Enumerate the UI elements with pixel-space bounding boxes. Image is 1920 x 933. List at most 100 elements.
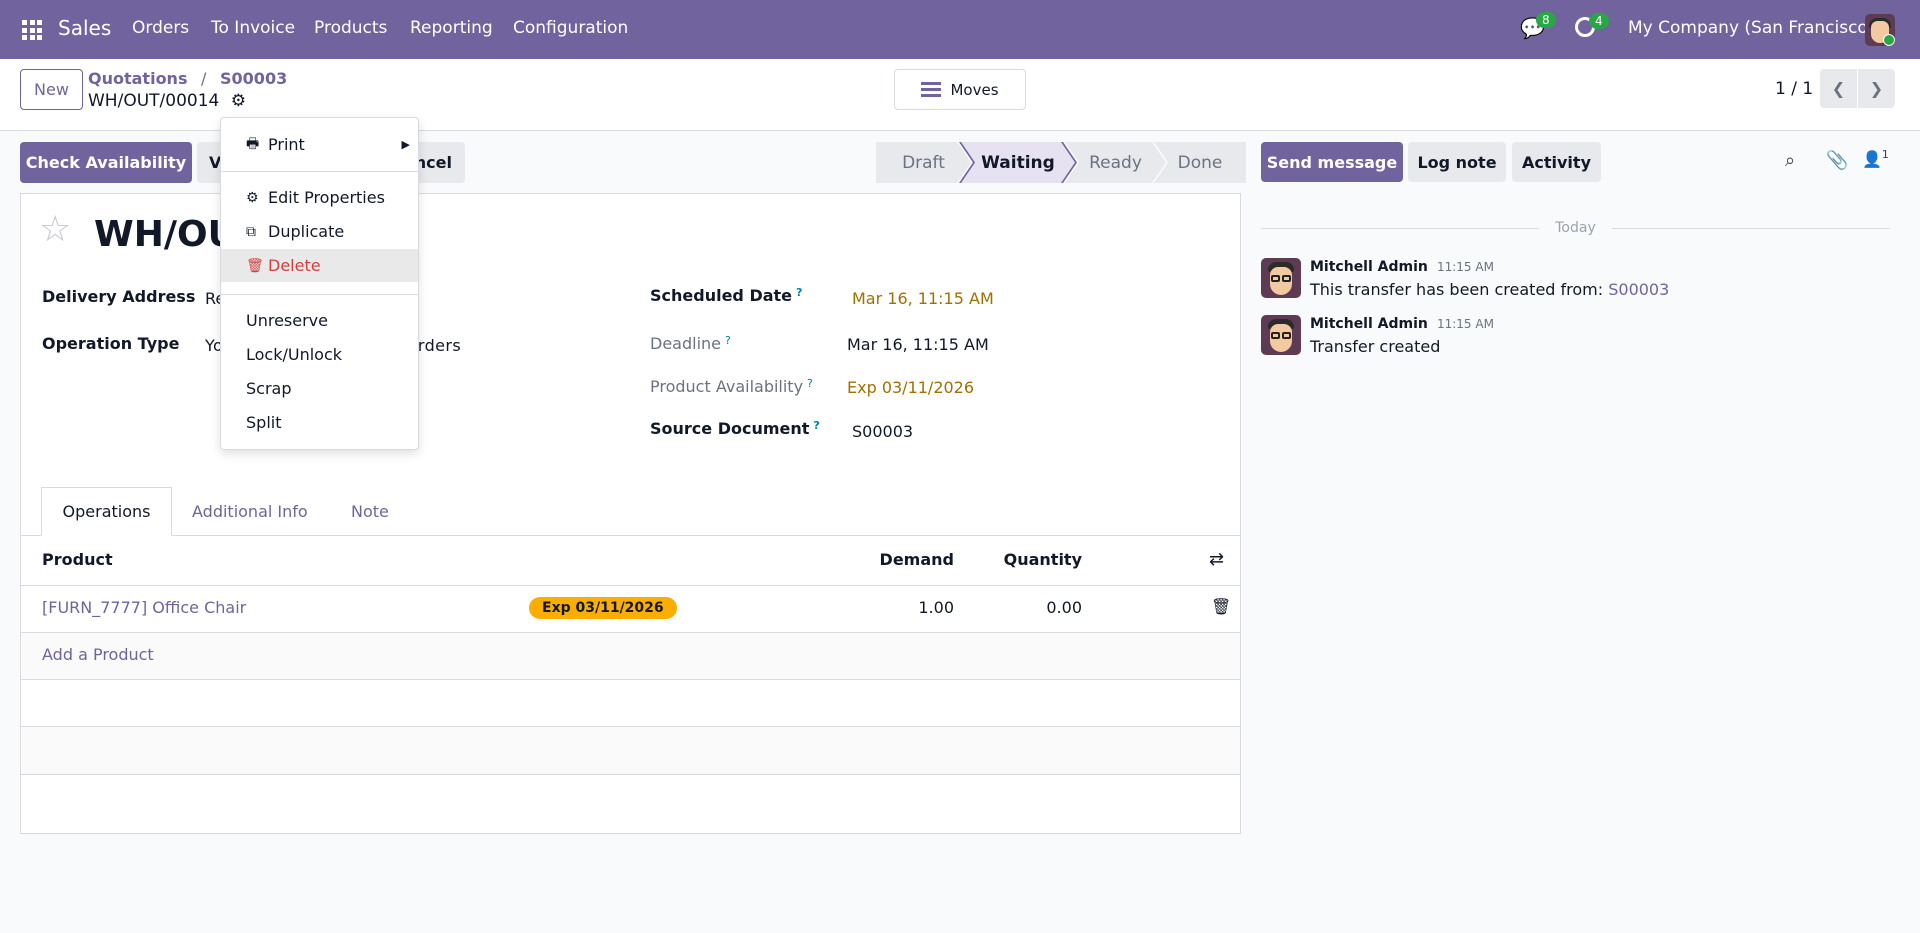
trash-icon: 🗑 — [246, 257, 264, 274]
menu-label: Split — [246, 413, 282, 432]
stage-draft[interactable]: Draft — [876, 142, 971, 183]
stage-label: Ready — [1089, 152, 1142, 173]
column-product[interactable]: Product — [42, 550, 113, 569]
message-author[interactable]: Mitchell Admin — [1310, 259, 1428, 275]
stage-waiting[interactable]: Waiting — [959, 142, 1077, 183]
nav-to-invoice[interactable]: To Invoice — [211, 18, 295, 38]
menu-label: Duplicate — [268, 222, 345, 241]
help-tooltip-icon[interactable]: ? — [725, 334, 731, 347]
add-product-row: Add a Product — [21, 632, 1240, 679]
message-author[interactable]: Mitchell Admin — [1310, 316, 1428, 332]
nav-orders[interactable]: Orders — [132, 18, 189, 38]
breadcrumb-s00003[interactable]: S00003 — [220, 69, 287, 88]
form-sheet: ☆ WH/OUT/00014 Delivery Address Re Opera… — [20, 193, 1241, 834]
activities-badge: 4 — [1589, 13, 1609, 29]
column-demand[interactable]: Demand — [880, 550, 954, 569]
menu-divider — [221, 294, 418, 295]
message-body: Transfer created — [1310, 337, 1441, 356]
send-message-button[interactable]: Send message — [1261, 142, 1403, 182]
chevron-right-icon: ❯ — [1869, 79, 1884, 98]
help-tooltip-icon[interactable]: ? — [807, 377, 813, 390]
record-name: WH/OUT/00014 — [88, 91, 220, 111]
menu-item-unreserve[interactable]: Unreserve — [221, 304, 418, 337]
pager-previous-button[interactable]: ❮ — [1820, 69, 1857, 108]
stage-label: Draft — [902, 152, 945, 173]
caret-right-icon: ▶ — [401, 138, 410, 151]
deadline-label: Deadline? — [650, 334, 731, 353]
nav-configuration[interactable]: Configuration — [513, 18, 628, 38]
user-avatar[interactable] — [1865, 14, 1895, 46]
moves-button[interactable]: Moves — [894, 69, 1026, 110]
stage-label: Waiting — [961, 142, 1075, 183]
app-menu-icon[interactable] — [22, 20, 42, 40]
new-button[interactable]: New — [20, 69, 83, 110]
quantity-value[interactable]: 0.00 — [1046, 598, 1082, 617]
product-availability-value: Exp 03/11/2026 — [847, 378, 975, 397]
help-tooltip-icon[interactable]: ? — [796, 286, 802, 299]
column-settings-icon[interactable]: ⇄ — [1209, 549, 1224, 570]
stage-done[interactable]: Done — [1154, 142, 1246, 183]
activities-button[interactable]: 4 — [1575, 13, 1609, 41]
messages-button[interactable]: 💬 8 — [1520, 12, 1556, 40]
gears-icon: ⚙ — [246, 189, 259, 206]
message-time: 11:15 AM — [1436, 260, 1494, 274]
label-text: Source Document — [650, 419, 810, 438]
source-document-label: Source Document? — [650, 419, 820, 438]
menu-item-scrap[interactable]: Scrap — [221, 372, 418, 405]
menu-divider — [221, 171, 418, 172]
table-row[interactable]: [FURN_7777] Office Chair Exp 03/11/2026 … — [21, 585, 1240, 632]
tab-operations[interactable]: Operations — [41, 487, 172, 536]
menu-label: Print — [268, 135, 305, 154]
menu-item-edit-properties[interactable]: ⚙ Edit Properties — [221, 181, 418, 214]
current-record: WH/OUT/00014 ⚙ — [88, 91, 246, 111]
column-quantity[interactable]: Quantity — [1004, 550, 1082, 569]
author-avatar[interactable] — [1261, 258, 1301, 298]
label-text: Deadline — [650, 334, 721, 353]
nav-products[interactable]: Products — [314, 18, 387, 38]
nav-reporting[interactable]: Reporting — [410, 18, 493, 38]
stage-ready[interactable]: Ready — [1065, 142, 1166, 183]
label-text: Product Availability — [650, 377, 804, 396]
message-body: This transfer has been created from: — [1310, 280, 1609, 299]
company-switcher[interactable]: My Company (San Francisco) — [1628, 18, 1874, 38]
star-icon[interactable]: ☆ — [39, 212, 71, 248]
product-name[interactable]: [FURN_7777] Office Chair — [42, 598, 246, 617]
breadcrumb: Quotations / S00003 — [88, 69, 287, 88]
empty-row — [21, 679, 1240, 726]
pager-value[interactable]: 1 / 1 — [1775, 79, 1813, 99]
check-availability-button[interactable]: Check Availability — [20, 142, 192, 183]
tab-additional-info[interactable]: Additional Info — [192, 502, 308, 521]
author-avatar[interactable] — [1261, 315, 1301, 355]
message-link[interactable]: S00003 — [1608, 280, 1669, 299]
log-note-button[interactable]: Log note — [1408, 142, 1506, 182]
activity-button[interactable]: Activity — [1512, 142, 1601, 182]
scheduled-date-value[interactable]: Mar 16, 11:15 AM — [852, 289, 994, 308]
menu-item-split[interactable]: Split — [221, 406, 418, 439]
paperclip-icon[interactable]: 📎 — [1826, 150, 1848, 171]
help-tooltip-icon[interactable]: ? — [813, 419, 819, 432]
menu-item-lock-unlock[interactable]: Lock/Unlock — [221, 338, 418, 371]
app-name[interactable]: Sales — [58, 16, 111, 40]
search-icon[interactable]: ⌕ — [1785, 150, 1795, 171]
tab-note[interactable]: Note — [351, 502, 389, 521]
menu-label: Edit Properties — [268, 188, 385, 207]
message: Mitchell Admin 11:15 AM This transfer ha… — [1310, 256, 1669, 299]
menu-item-delete[interactable]: 🗑 Delete — [221, 249, 418, 282]
list-icon — [921, 82, 942, 97]
empty-row — [21, 726, 1240, 774]
breadcrumb-quotations[interactable]: Quotations — [88, 69, 187, 88]
demand-value[interactable]: 1.00 — [918, 598, 954, 617]
followers-button[interactable]: 👤1 — [1862, 148, 1889, 168]
label-text: Scheduled Date — [650, 286, 793, 305]
trash-icon[interactable]: 🗑 — [1211, 597, 1231, 616]
gear-icon[interactable]: ⚙ — [231, 91, 246, 111]
deadline-value: Mar 16, 11:15 AM — [847, 335, 989, 354]
add-product-link[interactable]: Add a Product — [42, 645, 154, 664]
copy-icon: ⧉ — [246, 223, 256, 240]
menu-item-duplicate[interactable]: ⧉ Duplicate — [221, 215, 418, 248]
menu-item-print[interactable]: 🖶 Print ▶ — [221, 128, 418, 161]
source-document-value: S00003 — [852, 422, 914, 441]
table-header: Product Demand Quantity ⇄ — [21, 535, 1240, 585]
pager-next-button[interactable]: ❯ — [1858, 69, 1895, 108]
delivery-address-label: Delivery Address — [42, 287, 196, 306]
